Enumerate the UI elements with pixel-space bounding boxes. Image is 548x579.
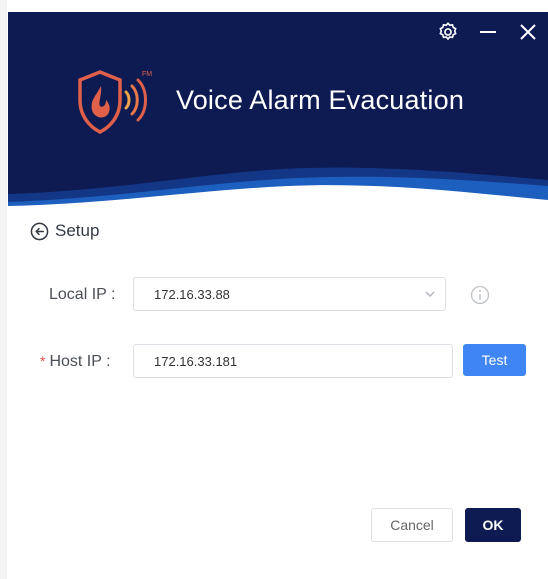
host-ip-input[interactable]: 172.16.33.181 — [133, 344, 453, 378]
window-controls — [428, 12, 548, 52]
test-button[interactable]: Test — [463, 344, 526, 376]
local-ip-value: 172.16.33.88 — [154, 286, 230, 302]
local-ip-select[interactable]: 172.16.33.88 — [133, 277, 446, 311]
header-wave — [8, 167, 548, 212]
chevron-down-icon — [415, 288, 445, 300]
back-setup-link[interactable]: Setup — [30, 221, 99, 241]
back-arrow-circle-icon — [30, 222, 49, 240]
window-edge — [0, 0, 7, 579]
setup-label: Setup — [55, 221, 100, 240]
ok-button[interactable]: OK — [465, 508, 521, 542]
host-ip-value: 172.16.33.181 — [154, 353, 238, 369]
host-ip-label: Host IP : — [49, 353, 111, 370]
gear-icon[interactable] — [428, 12, 468, 52]
info-icon[interactable] — [470, 285, 490, 305]
required-mark: * — [40, 353, 46, 369]
host-ip-label-row: * Host IP : — [40, 353, 111, 371]
close-icon[interactable] — [508, 12, 548, 52]
setup-window: FM Voice Alarm Evacuation Setup Local IP… — [0, 0, 548, 579]
minimize-icon[interactable] — [468, 12, 508, 52]
app-logo-icon: FM — [78, 70, 152, 134]
app-title: Voice Alarm Evacuation — [176, 85, 465, 115]
cancel-button[interactable]: Cancel — [371, 508, 453, 542]
header-banner: FM Voice Alarm Evacuation — [8, 12, 548, 212]
logo-badge: FM — [142, 71, 152, 78]
local-ip-label: Local IP : — [49, 286, 116, 303]
